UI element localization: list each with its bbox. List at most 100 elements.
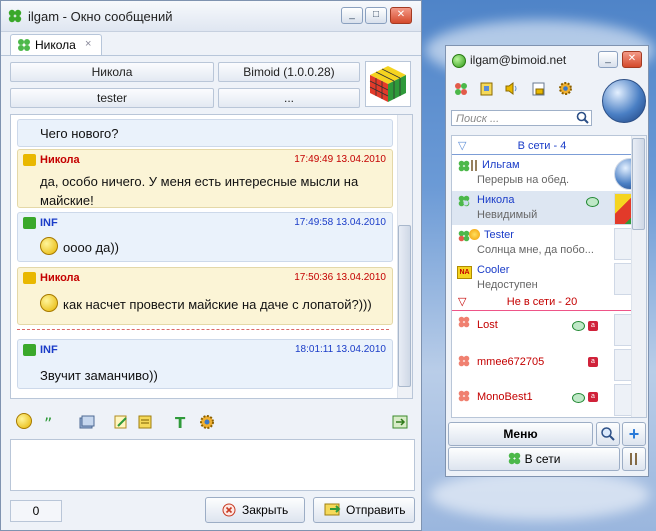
message-sender: Никола <box>40 154 80 166</box>
message-time: 17:49:58 13.04.2010 <box>294 217 386 228</box>
message-sender: INF <box>40 217 58 229</box>
contact-item[interactable]: mmee672705 a <box>452 347 646 381</box>
online-clover-icon <box>458 160 470 172</box>
auth-badge-icon: a <box>588 392 598 402</box>
offline-clover-icon <box>458 355 470 367</box>
send-button[interactable]: Отправить <box>313 497 415 523</box>
status-clover-icon <box>18 39 30 51</box>
smiley-picker-icon[interactable] <box>16 413 32 429</box>
message-envelope-icon <box>23 217 36 229</box>
text-format-icon[interactable]: T <box>172 413 190 431</box>
extended-status-button[interactable] <box>622 447 646 471</box>
edit-pencil-icon[interactable] <box>112 413 130 431</box>
message-text: да, особо ничего. У меня есть интересные… <box>40 174 359 208</box>
contact-item[interactable]: NA Cooler Недоступен <box>452 261 646 295</box>
menu-button[interactable]: Меню <box>448 422 593 446</box>
clover-icon[interactable] <box>454 82 468 96</box>
lunch-fork-icon <box>471 160 477 171</box>
message-time: 17:50:36 13.04.2010 <box>294 272 386 283</box>
contact-item[interactable]: Ильгам Перерыв на обед. <box>452 156 646 190</box>
history-scrollbar[interactable] <box>397 115 412 398</box>
magnifier-icon <box>601 427 615 441</box>
visibility-eye-icon <box>586 197 599 207</box>
group-online[interactable]: ▽ В сети - 4 <box>452 138 632 155</box>
contact-name: Ильгам <box>482 159 520 171</box>
group-offline[interactable]: ▽ Не в сети - 20 <box>452 294 632 311</box>
contact-name: Никола <box>477 194 515 206</box>
tab-close-icon[interactable]: × <box>85 38 91 50</box>
contact-item-selected[interactable]: Никола Невидимый <box>452 191 646 225</box>
status-label: В сети <box>524 452 561 466</box>
message-time: 18:01:11 13.04.2010 <box>294 344 386 355</box>
message-time: 17:49:49 13.04.2010 <box>294 154 386 165</box>
scrollbar-thumb[interactable] <box>632 138 645 230</box>
contact-item[interactable]: MonoBest1 a <box>452 382 646 416</box>
send-mode-icon[interactable] <box>391 413 409 431</box>
message-input[interactable] <box>10 439 415 491</box>
contact-status-text: Недоступен <box>477 279 538 291</box>
offline-clover-icon <box>458 390 470 402</box>
client-version-field[interactable]: Bimoid (1.0.0.28) <box>218 62 360 82</box>
contact-name: Tester <box>484 229 514 241</box>
user-avatar-globe[interactable] <box>602 79 646 123</box>
contact-nick-field[interactable]: Никола <box>10 62 214 82</box>
collapse-arrow-icon: ▽ <box>458 296 467 308</box>
offline-clover-icon <box>458 316 470 328</box>
tab-nikola[interactable]: Никола × <box>10 34 102 55</box>
cl-close-button[interactable]: ✕ <box>622 51 642 68</box>
history-icon[interactable] <box>78 413 96 431</box>
message-text: Звучит заманчиво)) <box>40 368 158 383</box>
account-field[interactable]: tester <box>10 88 214 108</box>
message-history[interactable]: Чего нового? Никола 17:49:49 13.04.2010 … <box>10 114 413 399</box>
auth-badge-icon: a <box>588 321 598 331</box>
contact-item[interactable]: Lost a <box>452 312 646 346</box>
svg-text:”: ” <box>44 414 52 431</box>
tab-bar: Никола × <box>1 31 421 56</box>
rubik-cube-icon <box>369 66 406 102</box>
chat-titlebar[interactable]: ilgam - Окно сообщений _ □ ✕ <box>1 1 421 32</box>
message-envelope-icon <box>23 272 36 284</box>
contacts-book-icon[interactable] <box>479 81 494 96</box>
contact-avatar <box>365 61 411 107</box>
close-button-label: Закрыть <box>242 503 289 517</box>
maximize-button[interactable]: □ <box>365 7 387 24</box>
privacy-lock-icon[interactable] <box>531 81 546 96</box>
send-button-label: Отправить <box>346 503 406 517</box>
close-button[interactable]: Закрыть <box>205 497 305 523</box>
notes-icon[interactable] <box>136 413 154 431</box>
more-info-button[interactable]: ... <box>218 88 360 108</box>
group-offline-label: Не в сети - 20 <box>506 296 578 308</box>
close-window-button[interactable]: ✕ <box>390 7 412 24</box>
message-read-icon <box>23 344 36 356</box>
online-clover-icon <box>508 452 520 465</box>
contact-search-input[interactable]: Поиск ... <box>451 110 592 126</box>
message-text: Чего нового? <box>40 126 119 141</box>
contact-status-text: Солнца мне, да побо... <box>477 244 594 256</box>
char-counter: 0 <box>10 500 62 522</box>
status-selector-button[interactable]: В сети <box>448 447 620 471</box>
minimize-button[interactable]: _ <box>341 7 363 24</box>
message-item: Чего нового? <box>17 119 393 147</box>
online-status-icon <box>452 54 466 68</box>
message-envelope-icon <box>23 154 36 166</box>
scrollbar-thumb[interactable] <box>398 225 411 387</box>
sound-icon[interactable] <box>504 81 519 96</box>
add-contact-button[interactable]: + <box>622 422 646 446</box>
contact-list-title: ilgam@bimoid.net <box>470 53 567 67</box>
editor-toolbar: ” T <box>10 411 414 433</box>
contact-list[interactable]: ▽ В сети - 4 Ильгам Перерыв на обед. Ник… <box>451 135 647 418</box>
contact-item[interactable]: Tester Солнца мне, да побо... <box>452 226 646 260</box>
contact-list-scrollbar[interactable] <box>631 136 646 417</box>
svg-text:T: T <box>175 414 186 431</box>
fork-knife-icon <box>630 453 637 465</box>
settings-gear-icon[interactable] <box>558 81 573 96</box>
close-circle-icon <box>222 503 236 517</box>
message-item: INF 18:01:11 13.04.2010 Звучит заманчиво… <box>17 339 393 389</box>
visibility-eye-icon <box>572 393 585 403</box>
online-clover-icon <box>458 230 470 242</box>
quote-icon[interactable]: ” <box>42 413 60 431</box>
search-icon[interactable] <box>576 111 590 125</box>
search-contacts-button[interactable] <box>596 422 620 446</box>
settings-gear-icon[interactable] <box>198 413 216 431</box>
cl-minimize-button[interactable]: _ <box>598 51 618 68</box>
